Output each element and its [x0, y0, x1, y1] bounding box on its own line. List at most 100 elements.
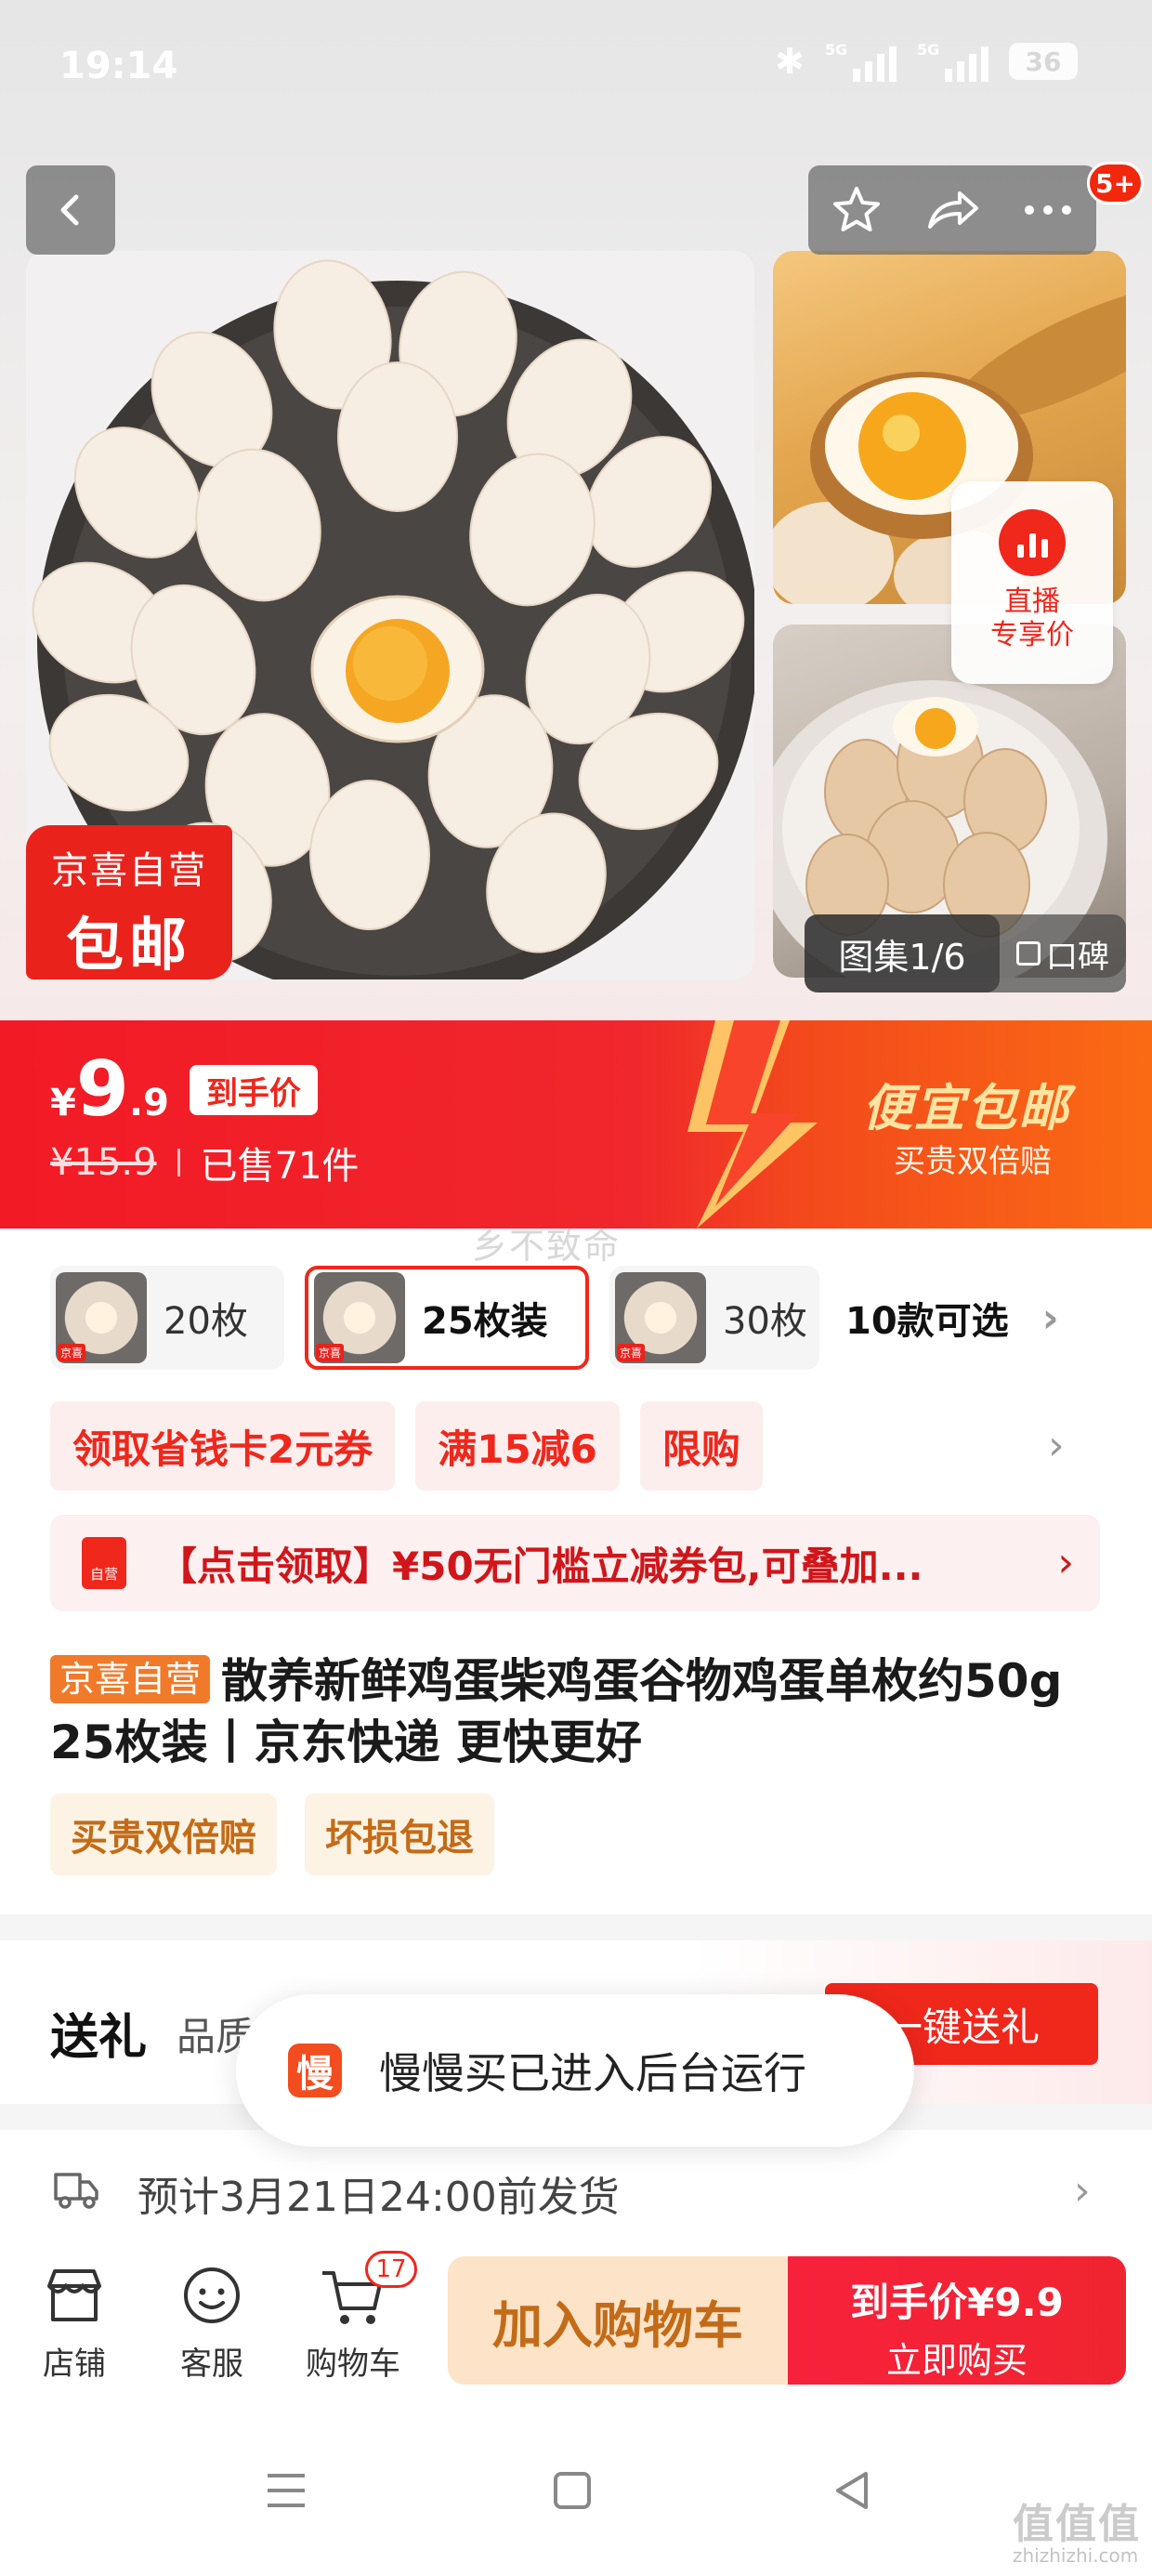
service-tag[interactable]: 买贵双倍赔: [50, 1794, 277, 1875]
signal-icon: 5G: [825, 41, 897, 82]
gallery-counter[interactable]: 图集1/6 口碑: [805, 914, 1126, 992]
gift-title: 送礼: [50, 2010, 148, 2066]
price-meta: ¥15.9 已售71件: [50, 1136, 359, 1189]
share-icon: [927, 191, 978, 229]
buy-now-label: 立即购买: [885, 2340, 1028, 2381]
message-badge: 5+: [1087, 162, 1144, 204]
product-title-block: 京喜自营 散养新鲜鸡蛋柴鸡蛋谷物鸡蛋单枚约50g 25枚装丨京东快递 更快更好: [50, 1650, 1100, 1773]
variant-thumbnail: 京喜: [615, 1272, 706, 1363]
coupon-more-chevron-icon[interactable]: ›: [1048, 1422, 1065, 1469]
album-counter[interactable]: 图集1/6: [805, 914, 1000, 992]
add-to-cart-button[interactable]: 加入购物车: [448, 2256, 788, 2385]
variant-selector: 京喜 20枚 京喜 25枚装 京喜 30枚 10款可选 ›: [0, 1266, 1152, 1370]
shop-label: 店铺: [43, 2346, 106, 2383]
service-tag[interactable]: 坏损包退: [305, 1794, 494, 1875]
menu-icon: [268, 2474, 305, 2507]
promo-badge-line2: 包邮: [65, 911, 192, 979]
menu-nav-button[interactable]: [249, 2453, 323, 2528]
shop-button[interactable]: 店铺: [9, 2262, 139, 2384]
toast-message: 慢慢买已进入后台运行: [379, 2048, 806, 2098]
thumb-mark: 京喜: [617, 1344, 646, 1361]
app-icon: 慢: [288, 2044, 342, 2097]
watermark: 乡不致命: [472, 1226, 622, 1267]
site-url: zhizhizhi.com: [1013, 2544, 1139, 2567]
service-label: 客服: [180, 2346, 243, 2383]
network-type-2: 5G: [917, 41, 940, 59]
network-type-1: 5G: [825, 41, 848, 59]
review-icon: [1016, 941, 1041, 966]
self-operated-tag: 京喜自营: [50, 1655, 211, 1703]
price-divider: [177, 1149, 180, 1176]
price-decimal: .9: [128, 1082, 169, 1124]
variant-label: 30枚: [723, 1300, 807, 1343]
back-triangle-icon: [836, 2472, 868, 2509]
status-icons: ✱ 5G 5G 36: [775, 41, 1078, 82]
shipping-estimate: 预计3月21日24:00前发货: [137, 2174, 620, 2221]
more-dots-icon: [1025, 205, 1072, 215]
promo-title: 便宜包邮: [862, 1079, 1070, 1137]
variant-option-selected[interactable]: 京喜 25枚装: [305, 1266, 589, 1370]
coupon-chip[interactable]: 满15减6: [415, 1401, 620, 1491]
status-bar: 19:14 ✱ 5G 5G 36: [0, 0, 1152, 139]
coupon-chip[interactable]: 领取省钱卡2元券: [50, 1401, 396, 1491]
thumb-mark: 京喜: [58, 1344, 86, 1361]
store-icon: [40, 2262, 109, 2331]
section-divider: [0, 1914, 1152, 1940]
chevron-right-icon: ›: [1057, 1539, 1074, 1586]
chat-face-icon: [177, 2262, 246, 2331]
promo-badge: 京喜自营 包邮: [26, 825, 232, 979]
price-currency: ¥: [50, 1082, 76, 1124]
chevron-right-icon: ›: [1074, 2167, 1091, 2215]
variant-thumbnail: 京喜: [56, 1272, 147, 1363]
battery-icon: 36: [1009, 43, 1078, 80]
service-tags: 买贵双倍赔 坏损包退: [50, 1794, 494, 1875]
system-navigation-bar: [0, 2398, 1152, 2576]
coupon-list: 领取省钱卡2元券 满15减6 限购: [50, 1401, 763, 1491]
more-variants-button[interactable]: 10款可选 ›: [845, 1266, 1059, 1370]
cart-label: 购物车: [306, 2346, 400, 2383]
price-integer: 9: [75, 1045, 129, 1134]
promo-badge-line1: 京喜自营: [51, 849, 207, 892]
thumb-mark: 京喜: [316, 1344, 345, 1361]
home-square-icon: [554, 2472, 591, 2509]
live-label-line2: 专享价: [990, 619, 1074, 651]
customer-service-button[interactable]: 客服: [147, 2262, 277, 2384]
live-icon: [999, 509, 1066, 576]
truck-icon: [54, 2173, 98, 2209]
variant-label: 20枚: [164, 1300, 248, 1343]
final-price-tag: 到手价: [189, 1065, 318, 1115]
voucher-text: 【点击领取】¥50无门槛立减券包,可叠加...: [158, 1543, 923, 1589]
voucher-banner[interactable]: 自营 【点击领取】¥50无门槛立减券包,可叠加... ›: [50, 1515, 1100, 1611]
current-price: ¥ 9 .9 到手价: [50, 1048, 318, 1132]
variant-option[interactable]: 京喜 20枚: [50, 1266, 284, 1370]
back-button[interactable]: [26, 165, 115, 255]
back-arrow-icon: [60, 194, 79, 226]
live-label-line1: 直播: [1004, 585, 1060, 618]
cart-button[interactable]: 17 购物车: [288, 2251, 418, 2384]
more-button[interactable]: [1011, 173, 1085, 247]
shipping-row[interactable]: 预计3月21日24:00前发货 ›: [0, 2130, 1152, 2247]
coupon-chip[interactable]: 限购: [639, 1401, 763, 1491]
live-price-button[interactable]: 直播 专享价: [951, 481, 1113, 684]
site-logo: 值值值: [1013, 2501, 1141, 2548]
lightning-icon: [687, 1020, 818, 1229]
variant-option[interactable]: 京喜 30枚: [609, 1266, 819, 1370]
signal-icon-2: 5G: [917, 41, 988, 82]
cart-icon: 17: [319, 2251, 417, 2331]
cart-count-badge: 17: [365, 2251, 417, 2288]
buy-now-button[interactable]: 到手价¥9.9 立即购买: [788, 2256, 1126, 2385]
status-time: 19:14: [59, 45, 178, 87]
share-button[interactable]: [915, 173, 989, 247]
buy-price-label: 到手价¥9.9: [850, 2280, 1064, 2325]
price-banner: ¥ 9 .9 到手价 ¥15.9 已售71件 便宜包邮 买贵双倍赔: [0, 1020, 1152, 1229]
background-toast: 慢 慢慢买已进入后台运行: [236, 1994, 914, 2147]
review-tab[interactable]: 口碑: [1000, 931, 1126, 977]
voucher-icon: 自营: [82, 1537, 126, 1589]
home-nav-button[interactable]: [535, 2453, 609, 2528]
favorite-button[interactable]: [819, 173, 894, 247]
product-gallery[interactable]: 京喜自营 包邮 直播 专享价 图集1/6 口碑: [0, 0, 1152, 1020]
more-variants-label: 10款可选: [845, 1300, 1009, 1343]
top-action-group: [808, 165, 1096, 255]
sold-count: 已售71件: [200, 1145, 360, 1188]
back-nav-button[interactable]: [816, 2453, 890, 2528]
